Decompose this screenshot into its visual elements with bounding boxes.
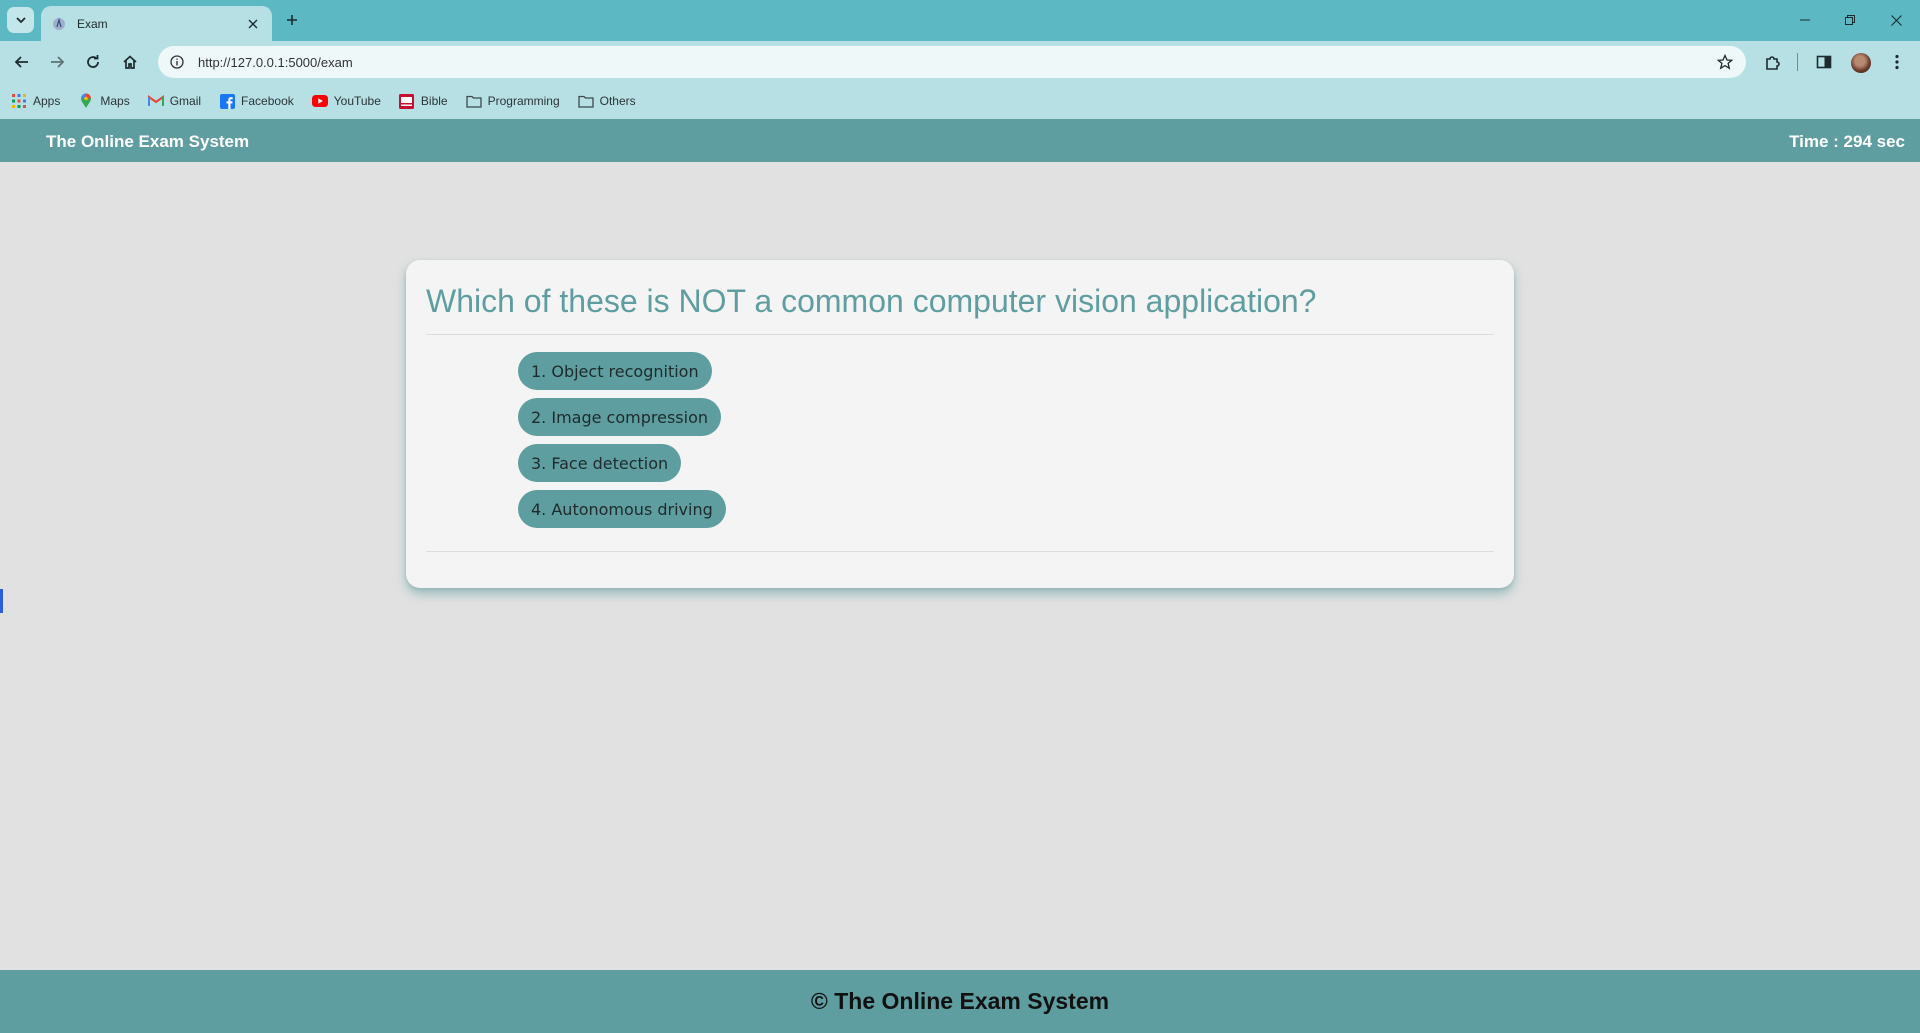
- bookmark-maps[interactable]: Maps: [78, 89, 137, 113]
- plus-icon: [287, 15, 297, 25]
- back-button[interactable]: [10, 50, 34, 74]
- address-bar[interactable]: http://127.0.0.1:5000/exam: [158, 46, 1746, 78]
- bookmark-youtube[interactable]: YouTube: [311, 89, 389, 113]
- bookmark-label: YouTube: [333, 94, 381, 108]
- bookmark-star-icon[interactable]: [1714, 51, 1736, 73]
- tab-favicon-icon: [51, 16, 67, 32]
- maps-pin-icon: [78, 93, 94, 109]
- answer-option-2[interactable]: 2. Image compression: [518, 398, 721, 436]
- bookmark-gmail[interactable]: Gmail: [147, 89, 209, 113]
- tab-strip: Exam: [0, 0, 1920, 41]
- divider: [426, 334, 1494, 335]
- youtube-icon: [311, 93, 328, 109]
- brand-title[interactable]: The Online Exam System: [46, 132, 249, 152]
- facebook-icon: [219, 93, 235, 109]
- bookmark-label: Maps: [100, 94, 130, 108]
- tab-title: Exam: [77, 16, 108, 31]
- kebab-menu-icon: [1895, 54, 1899, 70]
- home-button[interactable]: [118, 50, 142, 74]
- restore-button[interactable]: [1838, 9, 1862, 31]
- answer-option-3[interactable]: 3. Face detection: [518, 444, 682, 482]
- site-info-icon[interactable]: [168, 53, 186, 71]
- side-panel-button[interactable]: [1812, 50, 1836, 74]
- answer-options: 1. Object recognition 2. Image compressi…: [518, 352, 726, 528]
- gmail-icon: [147, 93, 164, 109]
- app-footer: © The Online Exam System: [0, 970, 1920, 1033]
- arrow-left-icon: [14, 56, 28, 68]
- bible-icon: [399, 93, 415, 109]
- answer-option-4[interactable]: 4. Autonomous driving: [518, 490, 726, 528]
- tab-search-button[interactable]: [7, 7, 34, 33]
- extensions-button[interactable]: [1760, 50, 1784, 74]
- folder-icon: [465, 93, 482, 109]
- reload-button[interactable]: [81, 50, 105, 74]
- forward-button[interactable]: [45, 50, 69, 74]
- answer-option-1[interactable]: 1. Object recognition: [518, 352, 712, 390]
- folder-icon: [577, 93, 594, 109]
- bookmark-bible[interactable]: Bible: [399, 89, 456, 113]
- question-text: Which of these is NOT a common computer …: [426, 283, 1317, 319]
- bookmark-label: Facebook: [241, 94, 294, 108]
- bookmark-label: Bible: [420, 94, 448, 108]
- toolbar-divider: [1797, 53, 1798, 71]
- profile-avatar[interactable]: [1851, 53, 1871, 73]
- question-card: Which of these is NOT a common computer …: [406, 260, 1514, 588]
- chevron-down-icon: [15, 17, 26, 24]
- close-tab-icon[interactable]: [244, 15, 262, 33]
- bookmark-apps[interactable]: Apps: [11, 89, 68, 113]
- minimize-button[interactable]: [1793, 9, 1817, 31]
- puzzle-icon: [1765, 55, 1780, 70]
- home-icon: [123, 55, 137, 69]
- minimize-icon: [1800, 19, 1810, 21]
- url-text[interactable]: http://127.0.0.1:5000/exam: [198, 55, 1714, 70]
- browser-tab[interactable]: Exam: [41, 6, 272, 41]
- browser-menu-button[interactable]: [1885, 50, 1909, 74]
- apps-grid-icon: [11, 93, 27, 109]
- exam-timer: Time : 294 sec: [1789, 132, 1905, 151]
- bookmark-label: Others: [599, 94, 636, 108]
- bookmarks-bar: Apps Maps Gmail Facebook YouTube Bible P…: [0, 83, 1920, 119]
- scroll-marker: [0, 589, 3, 613]
- app-header: The Online Exam System Time : 294 sec: [0, 119, 1920, 162]
- close-window-button[interactable]: [1884, 9, 1908, 31]
- reload-icon: [87, 55, 99, 68]
- restore-icon: [1845, 15, 1855, 25]
- browser-toolbar: http://127.0.0.1:5000/exam: [0, 41, 1920, 83]
- bookmark-label: Gmail: [169, 94, 202, 108]
- bookmark-folder-programming[interactable]: Programming: [465, 89, 568, 113]
- bookmark-label: Apps: [33, 94, 61, 108]
- bookmark-folder-others[interactable]: Others: [577, 89, 644, 113]
- side-panel-icon: [1816, 55, 1832, 69]
- bookmark-facebook[interactable]: Facebook: [219, 89, 302, 113]
- footer-copyright: © The Online Exam System: [810, 988, 1110, 1014]
- close-icon: [1890, 14, 1902, 26]
- arrow-right-icon: [51, 56, 65, 68]
- bookmark-label: Programming: [487, 94, 560, 108]
- divider: [426, 551, 1494, 552]
- new-tab-button[interactable]: [282, 10, 302, 30]
